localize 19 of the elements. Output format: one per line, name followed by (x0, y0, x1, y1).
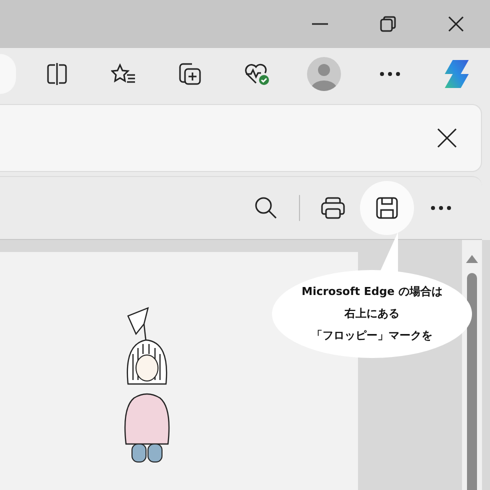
avatar-icon (306, 57, 340, 91)
callout-text: 右上にある (344, 306, 400, 322)
close-icon (437, 128, 457, 148)
scroll-thumb[interactable] (467, 273, 477, 490)
callout-text: Microsoft Edge の場合は (302, 284, 442, 300)
heart-pulse-icon (244, 62, 270, 86)
more-icon (431, 206, 451, 210)
add-collection-icon (178, 62, 202, 86)
scroll-up-icon (466, 255, 478, 263)
split-screen-icon (46, 63, 68, 85)
callout-text: 「フロッピー」マークを (312, 328, 432, 344)
close-icon (448, 16, 464, 32)
star-list-icon (110, 63, 137, 85)
scrollbar[interactable] (462, 240, 482, 490)
restore-icon (380, 16, 396, 32)
minimize-icon (312, 23, 328, 25)
printer-icon (320, 196, 346, 220)
search-icon (254, 196, 278, 220)
more-icon (380, 72, 400, 76)
